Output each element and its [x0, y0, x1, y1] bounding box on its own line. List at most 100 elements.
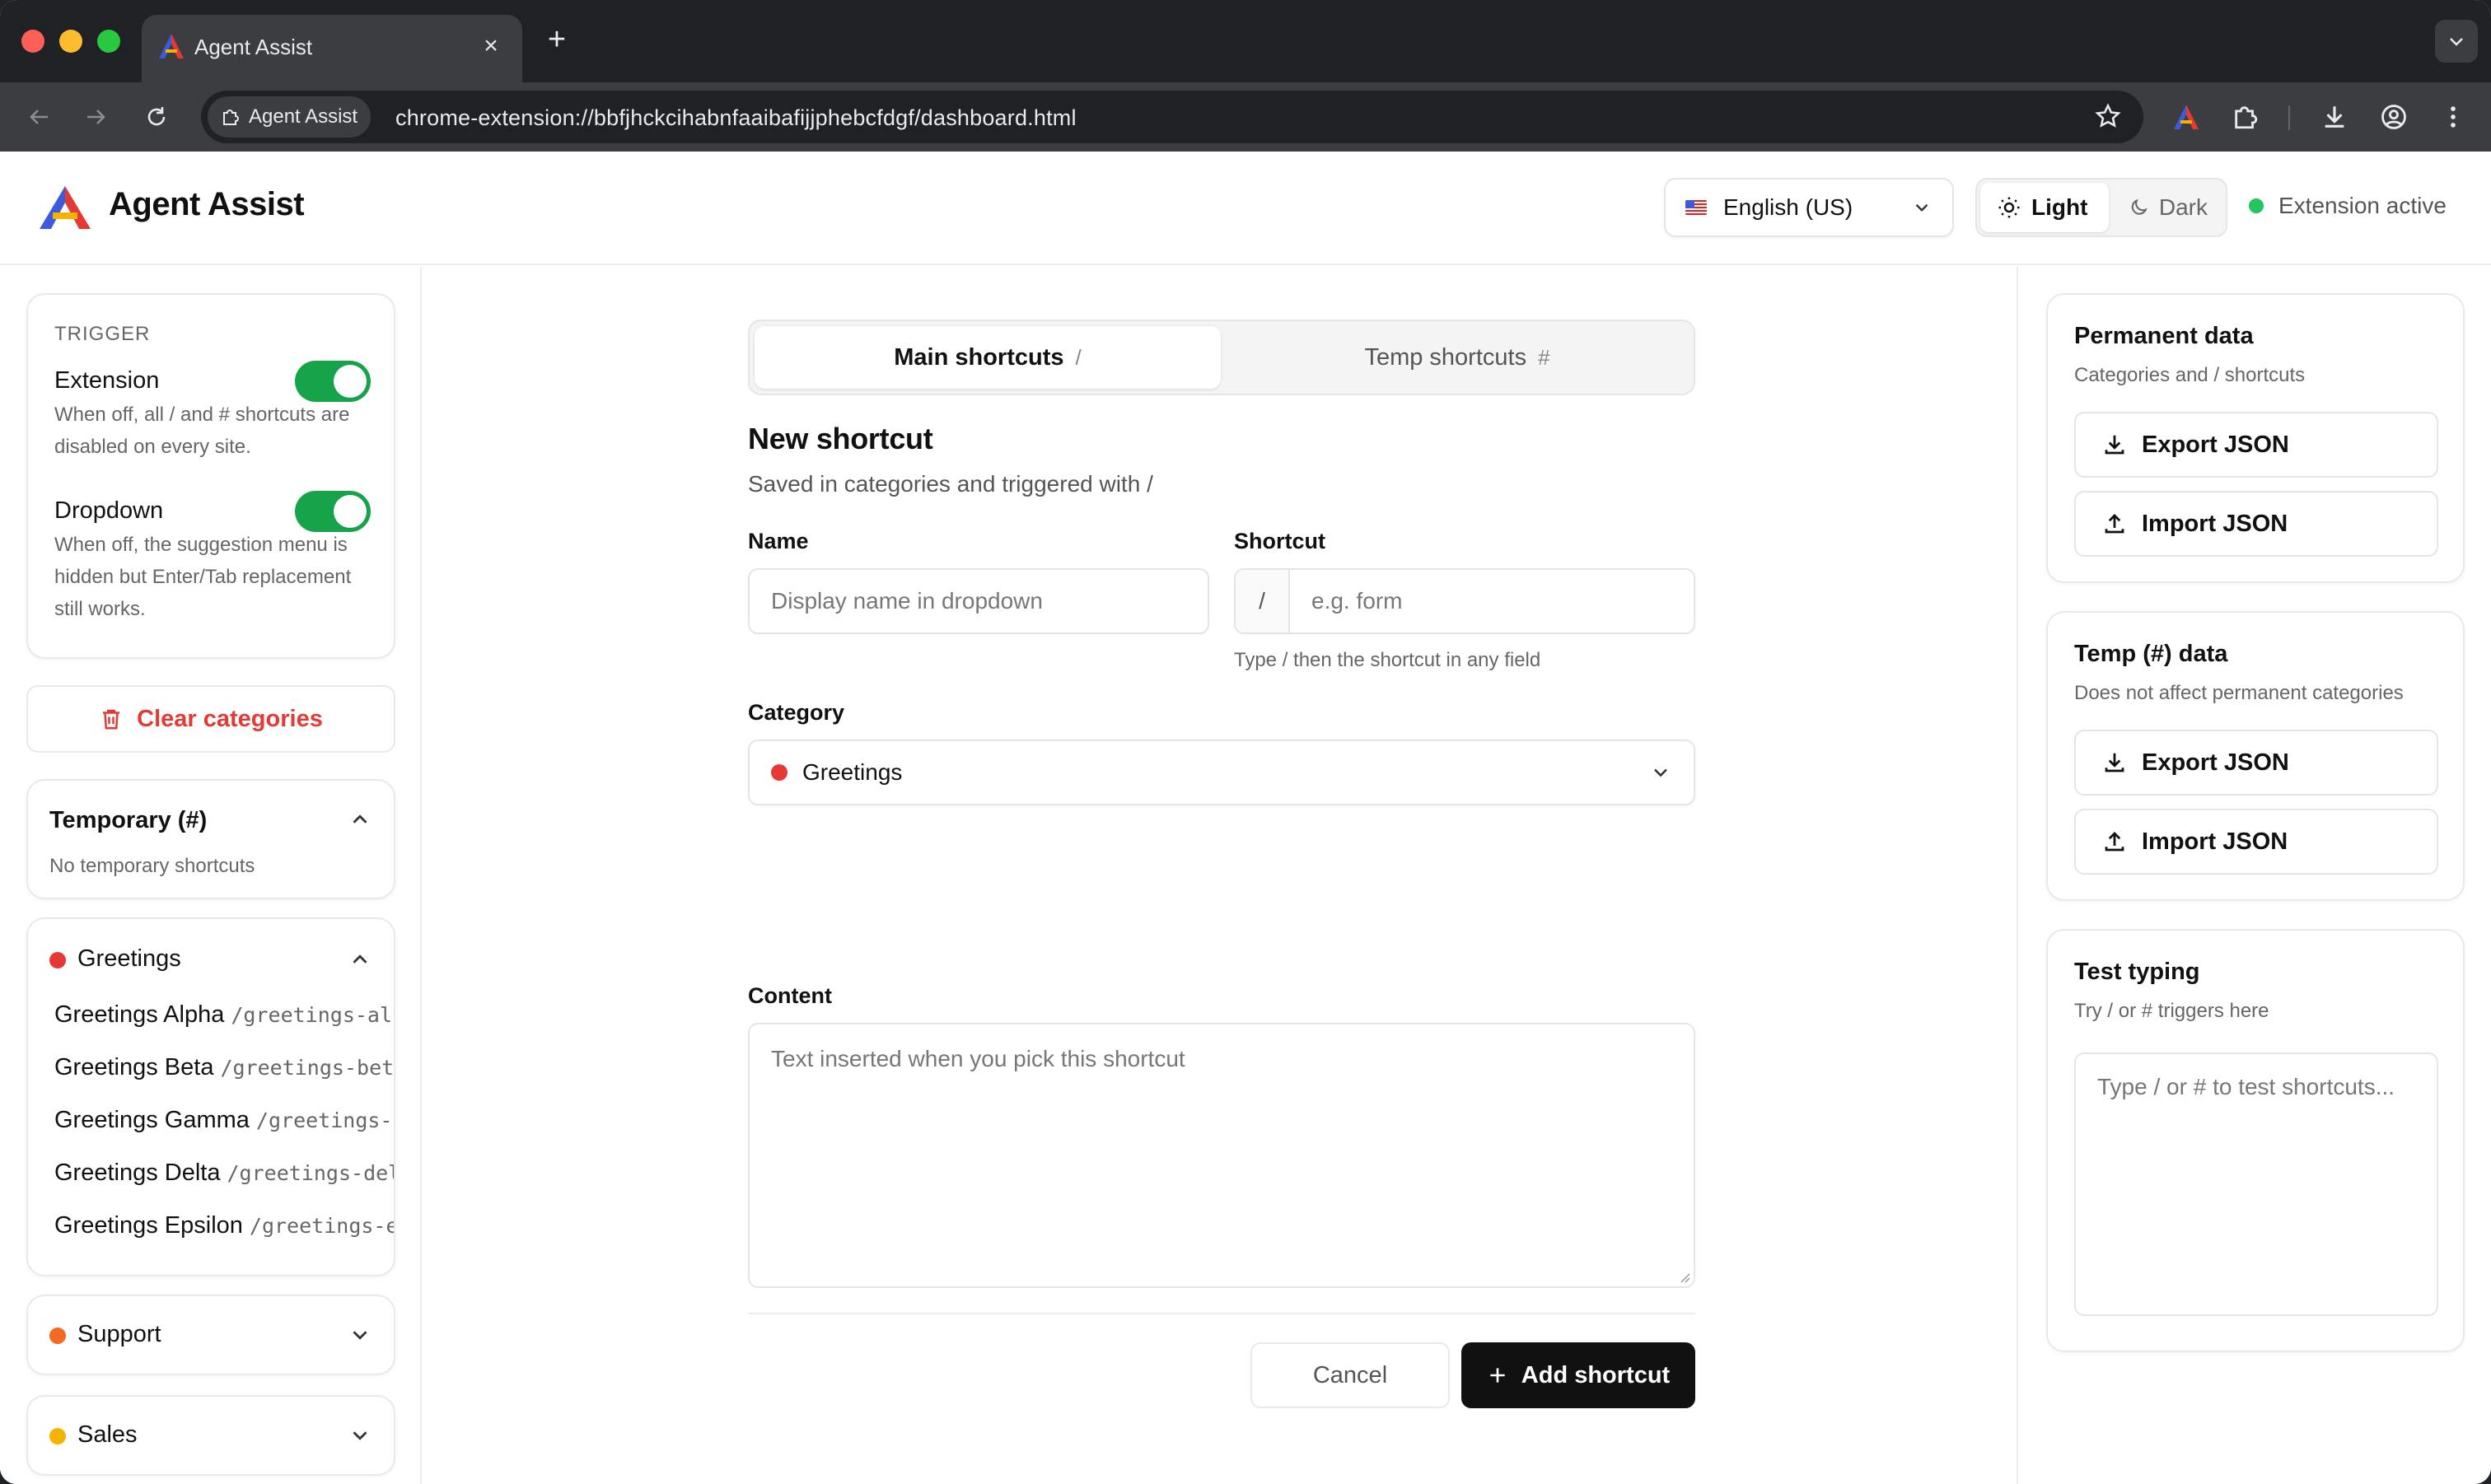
test-typing-card: Test typing Try / or # triggers here Typ… — [2046, 929, 2465, 1352]
more-menu-icon[interactable] — [2432, 96, 2475, 138]
cancel-label: Cancel — [1312, 1361, 1388, 1388]
downloads-icon[interactable] — [2313, 96, 2356, 138]
theme-dark-label: Dark — [2158, 194, 2208, 220]
temporary-empty-text: No temporary shortcuts — [49, 855, 255, 877]
address-bar[interactable]: Agent Assist chrome-extension://bbfjhckc… — [201, 91, 2143, 143]
shortcut-name: Greetings Epsilon — [54, 1212, 243, 1239]
form-title: New shortcut — [748, 422, 933, 455]
temporary-accordion: Temporary (#) No temporary shortcuts — [26, 779, 395, 899]
extension-origin-chip[interactable]: Agent Assist — [208, 96, 372, 138]
minimize-window-button[interactable] — [59, 30, 82, 53]
chevron-down-icon — [1654, 768, 1667, 777]
shortcut-list-item[interactable]: Greetings Beta/greetings-beta — [54, 1054, 394, 1081]
back-arrow-icon — [30, 110, 48, 124]
category-color-dot — [771, 764, 787, 781]
add-shortcut-button[interactable]: Add shortcut — [1461, 1342, 1695, 1408]
shortcut-list-item[interactable]: Greetings Epsilon/greetings-epsilon — [54, 1212, 394, 1239]
browser-tab[interactable]: Agent Assist × — [142, 15, 522, 82]
permanent-data-card: Permanent data Categories and / shortcut… — [2046, 293, 2465, 583]
permanent-export-label: Export JSON — [2142, 431, 2289, 458]
browser-toolbar: Agent Assist chrome-extension://bbfjhckc… — [0, 82, 2491, 152]
theme-toggle: Light Dark — [1975, 178, 2227, 237]
category-accordion-support[interactable]: Support — [26, 1295, 395, 1375]
test-typing-placeholder: Type / or # to test shortcuts... — [2097, 1074, 2395, 1099]
language-select[interactable]: English (US) — [1664, 178, 1954, 237]
app-header: Agent Assist English (US) Light Dark Ext… — [0, 152, 2491, 265]
right-panel: Permanent data Categories and / shortcut… — [2017, 267, 2491, 1484]
chevron-down-icon — [353, 1431, 367, 1440]
permanent-import-button[interactable]: Import JSON — [2074, 491, 2438, 557]
category-select[interactable]: Greetings — [748, 740, 1695, 805]
category-accordion-greetings: Greetings Greetings Alpha/greetings-alph… — [26, 917, 395, 1276]
chevron-down-icon — [353, 1331, 367, 1340]
language-value: English (US) — [1723, 194, 1853, 220]
name-placeholder: Display name in dropdown — [771, 588, 1043, 614]
extension-chip-label: Agent Assist — [249, 105, 358, 128]
extension-status: Extension active — [2249, 193, 2447, 219]
temp-data-title: Temp (#) data — [2074, 641, 2228, 667]
shortcut-list-item[interactable]: Greetings Alpha/greetings-alpha — [54, 1001, 394, 1029]
temp-export-button[interactable]: Export JSON — [2074, 730, 2438, 796]
shortcut-input[interactable]: / e.g. form — [1234, 568, 1695, 634]
agent-assist-logo-icon — [159, 34, 184, 58]
temp-export-label: Export JSON — [2142, 749, 2289, 776]
greetings-accordion-header[interactable]: Greetings — [28, 919, 394, 985]
maximize-window-button[interactable] — [97, 30, 120, 53]
agent-assist-logo-icon — [40, 186, 91, 229]
close-tab-icon[interactable]: × — [474, 30, 507, 63]
content-textarea[interactable]: Text inserted when you pick this shortcu… — [748, 1023, 1695, 1288]
shortcut-list-item[interactable]: Greetings Gamma/greetings-gamma — [54, 1107, 394, 1134]
profile-icon[interactable] — [2372, 96, 2415, 138]
cancel-button[interactable]: Cancel — [1250, 1342, 1450, 1408]
shortcut-name: Greetings Gamma — [54, 1107, 250, 1133]
temp-data-card: Temp (#) data Does not affect permanent … — [2046, 611, 2465, 901]
chevron-up-icon — [353, 814, 367, 824]
tab-main-shortcuts[interactable]: Main shortcuts / — [755, 326, 1221, 389]
extensions-puzzle-icon[interactable] — [2224, 96, 2267, 138]
category-accordion-sales[interactable]: Sales — [26, 1395, 395, 1476]
temporary-accordion-header[interactable]: Temporary (#) — [28, 781, 394, 847]
temp-import-button[interactable]: Import JSON — [2074, 809, 2438, 875]
plus-icon — [1490, 1368, 1505, 1383]
shortcut-code: /greetings-beta — [220, 1056, 394, 1080]
name-input[interactable]: Display name in dropdown — [748, 568, 1209, 634]
extension-toggle-label: Extension — [54, 367, 160, 394]
temp-data-subtitle: Does not affect permanent categories — [2074, 682, 2404, 704]
category-color-dot — [49, 1428, 66, 1444]
temporary-accordion-title: Temporary (#) — [49, 807, 208, 833]
us-flag-icon — [1685, 200, 1707, 215]
brand-title: Agent Assist — [109, 186, 305, 222]
clear-categories-button[interactable]: Clear categories — [26, 685, 395, 753]
dropdown-toggle-description: When off, the suggestion menu is hidden … — [54, 534, 352, 620]
forward-button[interactable] — [74, 96, 117, 138]
agent-assist-extension-icon[interactable] — [2165, 96, 2208, 138]
form-subtitle: Saved in categories and triggered with / — [748, 471, 1153, 497]
tab-strip: Agent Assist × + — [0, 0, 2491, 82]
permanent-export-button[interactable]: Export JSON — [2074, 412, 2438, 478]
back-button[interactable] — [18, 96, 61, 138]
download-icon — [2105, 435, 2124, 455]
category-title: Sales — [77, 1421, 138, 1448]
reload-button[interactable] — [135, 96, 178, 138]
puzzle-icon — [223, 110, 239, 125]
shortcut-list-item[interactable]: Greetings Delta/greetings-delta — [54, 1160, 394, 1187]
theme-light-button[interactable]: Light — [1980, 183, 2109, 232]
test-typing-subtitle: Try / or # triggers here — [2074, 1000, 2269, 1022]
new-tab-icon[interactable]: + — [540, 23, 573, 56]
theme-dark-button[interactable]: Dark — [2112, 183, 2224, 232]
content-label: Content — [748, 983, 832, 1008]
resize-handle-icon[interactable] — [1677, 1270, 1690, 1283]
permanent-data-title: Permanent data — [2074, 323, 2254, 349]
dropdown-toggle[interactable] — [295, 491, 371, 532]
temp-import-label: Import JSON — [2142, 828, 2288, 855]
tab-search-button[interactable] — [2435, 20, 2478, 63]
test-typing-textarea[interactable]: Type / or # to test shortcuts... — [2074, 1052, 2438, 1316]
shortcut-placeholder: e.g. form — [1311, 588, 1403, 614]
sun-icon — [1998, 197, 2020, 218]
shortcut-type-tabs: Main shortcuts / Temp shortcuts # — [748, 320, 1695, 395]
browser-window: Agent Assist × + Agent Assist chrome-ext… — [0, 0, 2491, 1484]
tab-temp-shortcuts[interactable]: Temp shortcuts # — [1224, 326, 1690, 389]
extension-toggle[interactable] — [295, 361, 371, 402]
close-window-button[interactable] — [21, 30, 44, 53]
bookmark-star-icon[interactable] — [2094, 102, 2122, 134]
